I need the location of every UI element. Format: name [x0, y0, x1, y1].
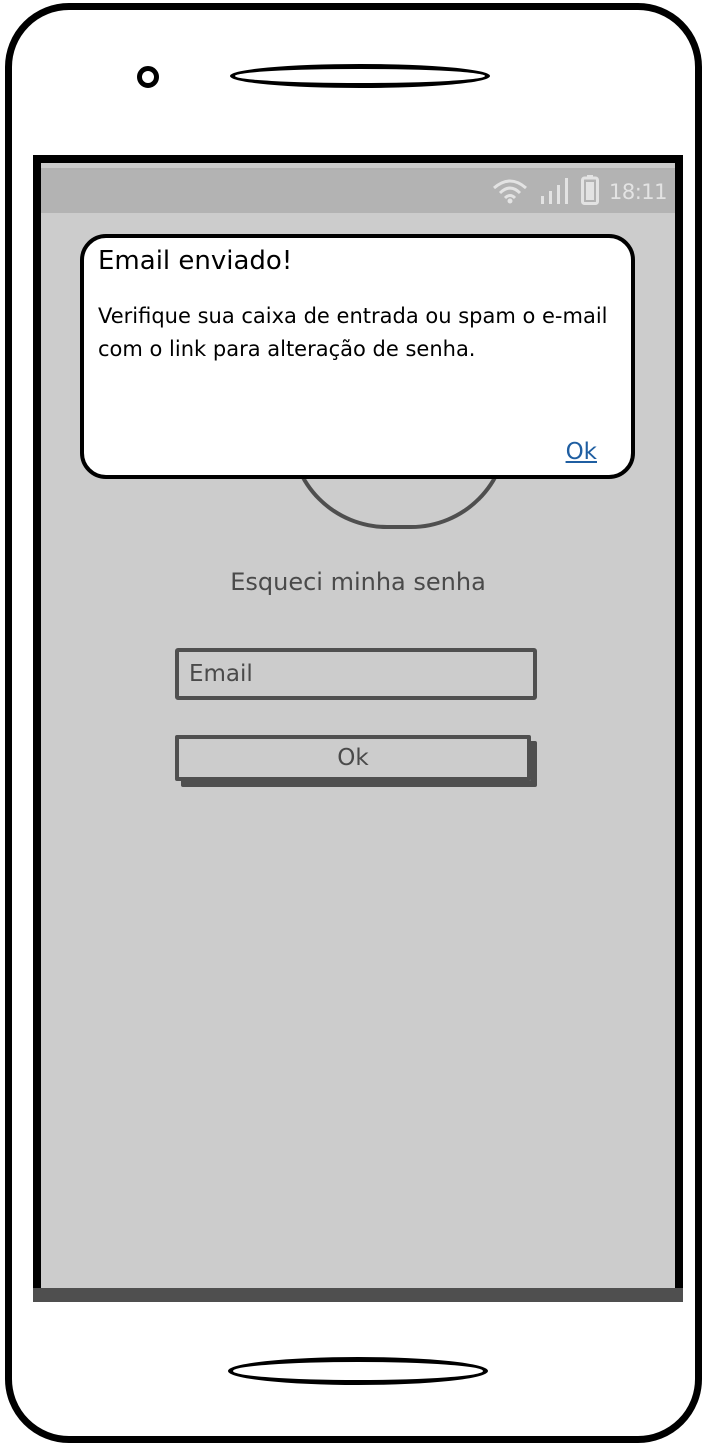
email-input[interactable] [175, 648, 537, 700]
navigation-bar [33, 1288, 683, 1302]
page-title: Esqueci minha senha [230, 568, 486, 596]
dialog-ok-link[interactable]: Ok [566, 439, 597, 465]
signal-icon [539, 176, 571, 208]
earpiece-speaker [230, 64, 490, 88]
battery-icon [580, 175, 599, 209]
dialog-message: Verifique sua caixa de entrada ou spam o… [98, 304, 608, 361]
submit-button[interactable]: Ok [175, 735, 531, 781]
dialog-title: Email enviado! [98, 246, 293, 276]
status-time: 18:11 [608, 180, 668, 204]
home-button[interactable] [228, 1357, 488, 1385]
status-bar: 18:11 [41, 168, 675, 213]
front-camera [137, 66, 159, 88]
confirmation-dialog: Email enviado! Verifique sua caixa de en… [80, 234, 635, 479]
wifi-icon [491, 176, 529, 208]
